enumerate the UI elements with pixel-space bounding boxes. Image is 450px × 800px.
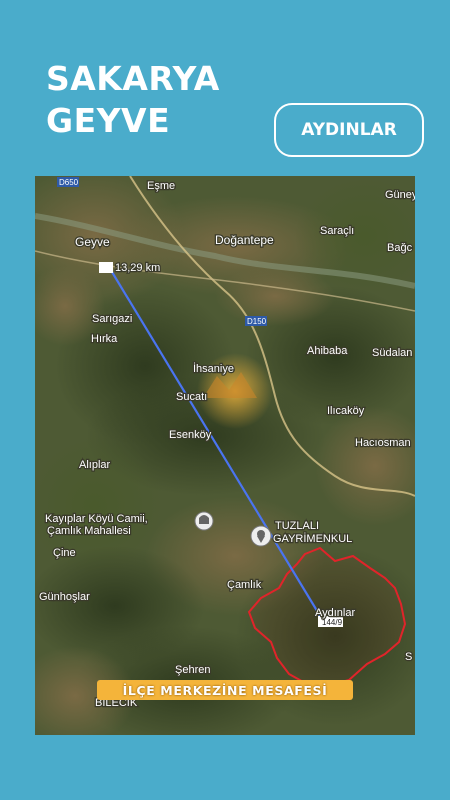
place-label: Kayıplar Köyü Camii, (45, 513, 148, 525)
place-label: Hacıosman (355, 437, 411, 449)
place-label: Aydınlar (315, 607, 355, 619)
place-label: Günhoşlar (39, 591, 90, 603)
page-title: SAKARYA GEYVE (46, 58, 266, 142)
place-label: Hırka (91, 333, 118, 345)
place-label: Çamlık Mahallesi (47, 525, 131, 537)
svg-text:144/9: 144/9 (322, 618, 343, 627)
road-badge-d150: D150 (245, 316, 267, 326)
place-label: Sarıgazi (92, 313, 132, 325)
distance-caption: İLÇE MERKEZİNE MESAFESİ (97, 680, 353, 700)
mosque-pin-icon[interactable] (194, 511, 214, 531)
place-label: Geyve (75, 235, 110, 249)
place-label: Bağc (387, 242, 413, 254)
place-label: Ahibaba (307, 345, 348, 357)
neighborhood-button[interactable]: AYDINLAR (274, 103, 424, 157)
title-line-province: SAKARYA (46, 59, 220, 98)
place-label: Eşme (147, 180, 175, 192)
place-label: Çamlık (227, 579, 262, 591)
location-pin-icon[interactable] (250, 525, 272, 547)
place-label: İhsaniye (193, 362, 234, 375)
place-label: S (405, 651, 412, 663)
place-label: Alıplar (79, 459, 111, 471)
road-badge-d650: D650 (57, 177, 79, 187)
place-label: Güney (385, 189, 415, 201)
place-label: Şehren (175, 664, 210, 676)
title-line-district: GEYVE (46, 101, 171, 140)
place-label: TUZLALI (275, 520, 319, 532)
place-label: Saraçlı (320, 225, 354, 237)
place-label: Esenköy (169, 429, 212, 441)
place-label: Çine (53, 547, 76, 559)
place-label: Ilıcaköy (327, 405, 365, 417)
place-label: Sucatı (176, 391, 207, 403)
place-label: Südalan (372, 347, 412, 359)
place-label: GAYRİMENKUL (273, 532, 352, 545)
svg-text:D650: D650 (59, 178, 79, 187)
distance-label: 13,29 km (115, 262, 160, 274)
svg-text:D150: D150 (247, 317, 267, 326)
place-label: Doğantepe (215, 233, 274, 247)
satellite-map[interactable]: 13,29 km D650 D150 144/9 Eşme Güney Geyv… (35, 176, 415, 735)
distance-start-marker (99, 262, 113, 273)
